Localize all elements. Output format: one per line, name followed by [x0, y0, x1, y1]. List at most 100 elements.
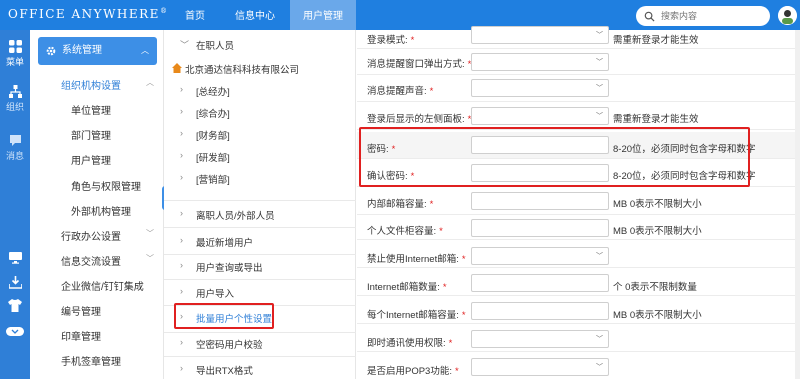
highlight-box-batch-settings [174, 303, 274, 329]
form-label: 消息提醒声音: * [367, 86, 434, 97]
menu-group-admin-office[interactable]: 行政办公设置 [61, 228, 121, 243]
chevron-down-icon: ﹀ [596, 113, 603, 120]
chevron-right-icon: › [180, 260, 183, 270]
chevron-right-icon: › [180, 150, 183, 160]
tree-section-label: 用户导入 [196, 289, 235, 300]
divider [164, 332, 356, 333]
chevron-up-icon: ︿ [141, 46, 149, 55]
chevron-down-icon: ﹀ [596, 253, 603, 260]
iconbar-menu[interactable]: 菜单 [0, 40, 30, 68]
pop3-select[interactable]: ﹀ [471, 358, 609, 376]
menu-section-system[interactable]: 系统管理 ︿ [38, 37, 157, 65]
form-label: 每个Internet邮箱容量: * [367, 310, 466, 321]
menu-item-role[interactable]: 角色与权限管理 [71, 178, 141, 193]
popup-mode-select[interactable]: ﹀ [471, 53, 609, 71]
divider [164, 356, 356, 357]
chevron-down-icon: ﹀ [596, 85, 603, 92]
internet-mail-capacity-input[interactable] [471, 302, 609, 320]
form-row-internet-mail-count: Internet邮箱数量: * 个 0表示不限制数量 [357, 268, 800, 296]
gear-icon [46, 46, 56, 56]
internet-mail-count-input[interactable] [471, 274, 609, 292]
iconbar-message-label: 消息 [5, 151, 24, 161]
chevron-right-icon: › [180, 208, 183, 218]
form-label: 是否启用POP3功能: * [367, 366, 459, 377]
menu-item-external-org[interactable]: 外部机构管理 [71, 203, 131, 218]
chevron-right-icon: › [180, 363, 183, 373]
menu-item-unit[interactable]: 单位管理 [71, 102, 111, 117]
form-label: Internet邮箱数量: * [367, 282, 447, 293]
tree-dept-label: [总经办] [196, 87, 230, 98]
form-scrollbar[interactable] [795, 30, 800, 379]
tree-section-label: 最近新增用户 [196, 238, 254, 249]
form-hint: 需重新登录才能生效 [613, 35, 699, 46]
tab-user-management[interactable]: 用户管理 [290, 0, 356, 30]
mailbox-capacity-input[interactable] [471, 192, 609, 210]
tree-section-label: 导出RTX格式 [196, 366, 253, 377]
form-row-popup-mode: 消息提醒窗口弹出方式: * ﹀ [357, 49, 800, 75]
form-row-left-panel: 登录后显示的左侧面板: * ﹀ 需重新登录才能生效 [357, 102, 800, 130]
form-hint: 个 0表示不限制数量 [613, 282, 697, 293]
menu-group-wechat-dingtalk[interactable]: 企业微信/钉钉集成 [61, 278, 144, 293]
menu-group-seal[interactable]: 印章管理 [61, 328, 101, 343]
form-row-disable-internet-mail: 禁止使用Internet邮箱: * ﹀ [357, 240, 800, 268]
tab-home[interactable]: 首页 [170, 0, 220, 30]
iconbar-message[interactable]: 消息 [0, 134, 30, 162]
logo-text: Office Anywhere [8, 7, 160, 21]
im-permission-select[interactable]: ﹀ [471, 330, 609, 348]
menu-sub-org-settings[interactable]: 组织机构设置 [61, 77, 121, 92]
tree-section-label: 空密码用户校验 [196, 340, 263, 351]
form-label: 登录后显示的左侧面板: * [367, 114, 472, 125]
disable-internet-mail-select[interactable]: ﹀ [471, 247, 609, 265]
tree-dept-label: [营销部] [196, 175, 230, 186]
form-label: 个人文件柜容量: * [367, 226, 443, 237]
left-icon-bar: 菜单 组织 消息 [0, 30, 30, 379]
nav-menu-panel: 系统管理 ︿ 组织机构设置 ︿ 单位管理 部门管理 用户管理 角色与权限管理 外… [30, 30, 164, 379]
highlight-box-password-fields [359, 127, 750, 187]
iconbar-monitor[interactable] [0, 252, 30, 266]
chevron-down-icon: ﹀ [146, 229, 154, 238]
form-hint: MB 0表示不限制大小 [613, 199, 702, 210]
chevron-down-icon: ﹀ [596, 364, 603, 371]
form-row-mailbox-capacity: 内部邮箱容量: * MB 0表示不限制大小 [357, 187, 800, 215]
org-chart-icon [8, 85, 22, 98]
divider [164, 254, 356, 255]
iconbar-menu-label: 菜单 [5, 57, 24, 67]
form-label: 即时通讯使用权限: * [367, 338, 453, 349]
tree-section-label: 用户查询或导出 [196, 263, 263, 274]
chevron-down-icon: ﹀ [596, 336, 603, 343]
chevron-right-icon: › [180, 84, 183, 94]
iconbar-org-label: 组织 [5, 102, 24, 112]
menu-group-numbering[interactable]: 编号管理 [61, 303, 101, 318]
form-row-file-cabinet: 个人文件柜容量: * MB 0表示不限制大小 [357, 215, 800, 240]
download-tray-icon [8, 276, 22, 289]
tree-section-label: 在职人员 [196, 41, 235, 52]
form-label: 消息提醒窗口弹出方式: * [367, 59, 472, 70]
chevron-up-icon: ︿ [146, 78, 154, 87]
form-row-sound: 消息提醒声音: * ﹀ [357, 75, 800, 102]
app-logo: Office Anywhere® [8, 7, 168, 21]
menu-item-user[interactable]: 用户管理 [71, 152, 111, 167]
iconbar-org[interactable]: 组织 [0, 85, 30, 113]
tree-dept-label: [研发部] [196, 153, 230, 164]
file-cabinet-input[interactable] [471, 219, 609, 237]
form-row-login-mode: 登录模式: * ﹀ 需重新登录才能生效 [357, 20, 800, 49]
chevron-down-icon: ﹀ [596, 32, 603, 39]
form-label: 登录模式: * [367, 35, 415, 46]
tree-section-label: 离职人员/外部人员 [196, 211, 275, 222]
left-panel-select[interactable]: ﹀ [471, 107, 609, 125]
settings-form: 登录模式: * ﹀ 需重新登录才能生效 消息提醒窗口弹出方式: * ﹀ 消息提醒声音… [357, 26, 800, 379]
chat-icon [9, 135, 21, 146]
sound-select[interactable]: ﹀ [471, 79, 609, 97]
iconbar-skin[interactable] [0, 299, 30, 314]
menu-group-mobile-seal[interactable]: 手机签章管理 [61, 353, 121, 368]
logo-mark: ® [159, 7, 169, 15]
iconbar-download[interactable] [0, 276, 30, 291]
divider [164, 200, 356, 201]
tab-info-center[interactable]: 信息中心 [220, 0, 290, 30]
chevron-down-icon: ﹀ [180, 40, 190, 50]
divider [164, 227, 356, 228]
login-mode-select[interactable]: ﹀ [471, 26, 609, 44]
menu-item-dept[interactable]: 部门管理 [71, 127, 111, 142]
iconbar-toggle[interactable] [0, 327, 30, 338]
menu-group-info-exchange[interactable]: 信息交流设置 [61, 253, 121, 268]
